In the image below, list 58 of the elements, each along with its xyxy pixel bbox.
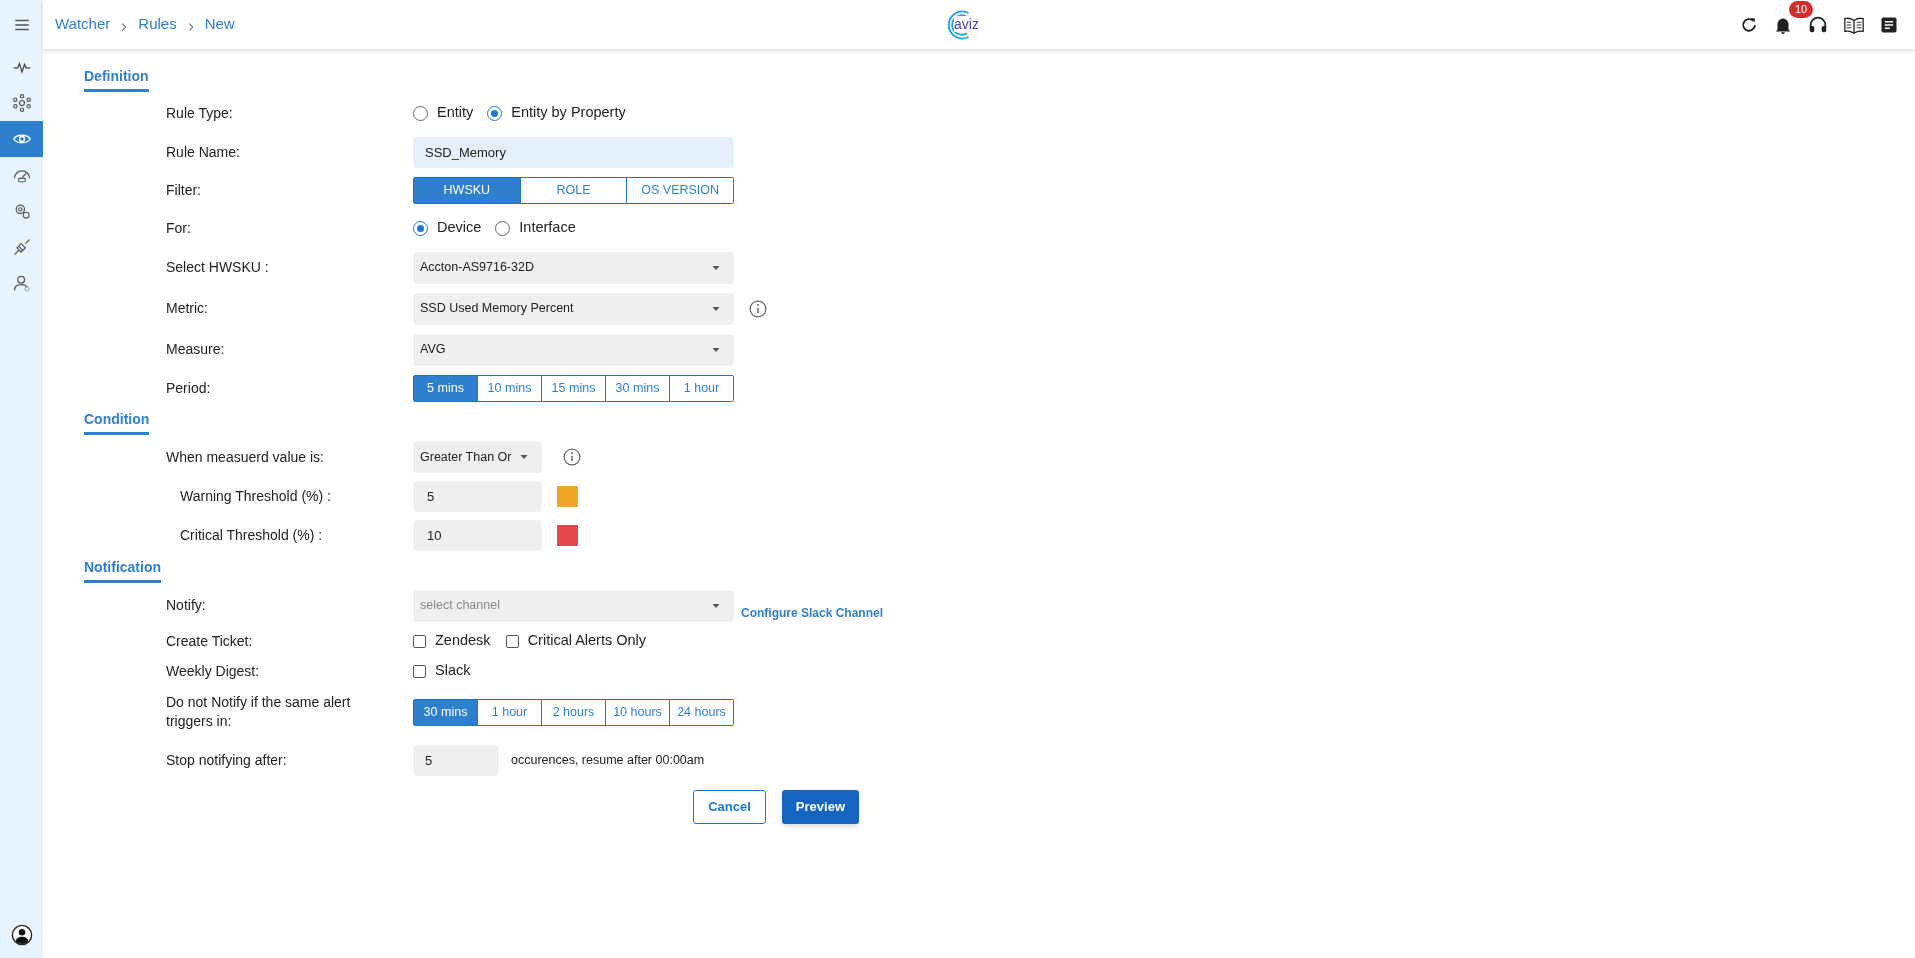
user-icon — [11, 273, 32, 293]
checkbox-option[interactable]: Slack — [413, 660, 471, 682]
configure-link[interactable]: Configure Slack Channel — [741, 603, 884, 622]
field-label: Rule Name: — [165, 142, 241, 162]
toggle-button[interactable]: HWSKU — [414, 178, 520, 203]
checkbox-option[interactable]: Zendesk — [413, 630, 491, 652]
avatar-icon[interactable] — [10, 924, 33, 946]
cancel-button[interactable]: Cancel — [693, 790, 766, 824]
section-heading: Definition — [84, 66, 149, 92]
info-icon[interactable] — [748, 298, 768, 319]
field-label: Measure: — [165, 340, 226, 359]
radio-option[interactable]: Entity by Property — [487, 102, 626, 124]
field-label: Period: — [165, 379, 212, 398]
checkbox-option[interactable]: Critical Alerts Only — [505, 630, 647, 652]
info-icon[interactable] — [562, 447, 582, 467]
dropdown[interactable]: SSD Used Memory Percent — [413, 292, 734, 325]
dropdown[interactable]: AVG — [413, 333, 734, 366]
number-field[interactable]: 10 — [413, 520, 542, 551]
field-suffix: occurences, resume after 00:00am — [511, 751, 705, 769]
toggle-button[interactable]: 5 mins — [414, 376, 477, 401]
radio-option[interactable]: Entity — [413, 102, 474, 124]
field-label: Warning Threshold (%) : — [179, 487, 332, 506]
notification-count: 10 — [1789, 0, 1814, 18]
number-field[interactable]: 5 — [413, 744, 499, 776]
sidebar-item[interactable] — [0, 121, 43, 157]
field-label: Stop notifying after: — [165, 750, 288, 770]
breadcrumb-link[interactable]: Watcher — [55, 13, 111, 36]
field-label: Weekly Digest: — [165, 661, 261, 681]
field-label: For: — [165, 218, 192, 238]
field-label: Rule Type: — [165, 103, 234, 123]
radio-option[interactable]: Device — [413, 217, 482, 239]
field-label: Select HWSKU : — [165, 258, 270, 277]
breadcrumb-link[interactable]: New — [204, 13, 235, 36]
network-icon — [11, 93, 32, 113]
radio-option[interactable]: Interface — [495, 217, 576, 239]
color-swatch[interactable] — [557, 525, 578, 546]
breadcrumb-link[interactable]: Rules — [138, 13, 177, 36]
field-label: Do not Notify if the same alert triggers in: — [165, 693, 352, 731]
field-label: When measuerd value is: — [165, 447, 325, 467]
dropdown[interactable]: select channel — [413, 589, 734, 622]
toggle-button[interactable]: OS VERSION — [626, 178, 733, 203]
logo: aviz — [940, 7, 978, 43]
section-heading: Condition — [84, 409, 150, 435]
field-label: Filter: — [165, 181, 202, 200]
dropdown[interactable]: Greater Than Or — [413, 441, 542, 473]
section-heading: Notification — [84, 557, 161, 583]
field-label: Critical Threshold (%) : — [179, 526, 324, 545]
text-field[interactable]: SSD_Memory — [413, 136, 734, 168]
field-label: Notify: — [165, 596, 207, 615]
toggle-button[interactable]: 1 hour — [669, 376, 733, 401]
field-label: Metric: — [165, 299, 209, 318]
toggle-button[interactable]: 24 hours — [669, 699, 733, 725]
dropdown[interactable]: Accton-AS9716-32D — [413, 251, 734, 284]
field-label: Create Ticket: — [165, 631, 254, 651]
preview-button[interactable]: Preview — [781, 790, 859, 824]
toggle-button[interactable]: 30 mins — [414, 699, 477, 725]
number-field[interactable]: 5 — [413, 481, 542, 512]
color-swatch[interactable] — [557, 486, 578, 507]
